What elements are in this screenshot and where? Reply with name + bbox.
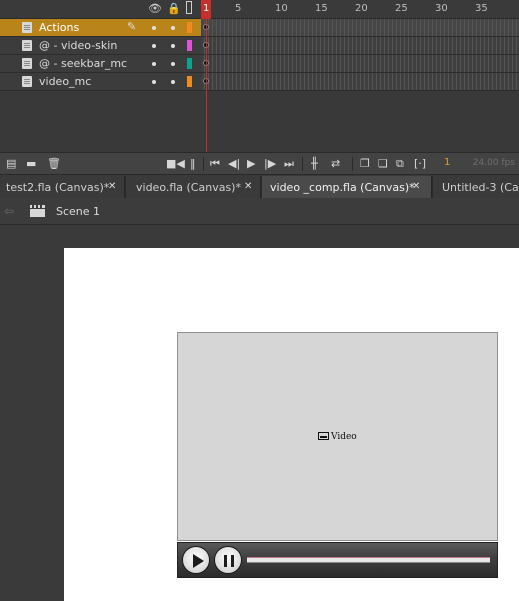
- frame-track[interactable]: [201, 37, 519, 54]
- ruler-label: 25: [395, 3, 408, 14]
- new-folder-icon[interactable]: ▬: [26, 157, 36, 171]
- frame-track[interactable]: [201, 73, 519, 90]
- frame-track[interactable]: [201, 19, 519, 36]
- divider: [302, 157, 303, 171]
- timeline-empty-area: [0, 92, 519, 152]
- seekbar[interactable]: [247, 557, 490, 563]
- layer-name: Actions: [39, 21, 80, 34]
- layer-row-video-mc[interactable]: video_mc: [0, 73, 519, 91]
- first-frame-icon[interactable]: ⏮: [210, 157, 220, 171]
- video-controls: [177, 542, 498, 578]
- tab-label: video _comp.fla (Canvas)*: [270, 181, 415, 194]
- lock-dot[interactable]: [171, 62, 175, 66]
- layer-name: video_mc: [39, 75, 92, 88]
- eye-icon[interactable]: 👁: [148, 2, 162, 15]
- video-component[interactable]: Video: [177, 332, 498, 541]
- ruler-label: 15: [315, 3, 328, 14]
- ruler-label: 30: [435, 3, 448, 14]
- scene-label[interactable]: Scene 1: [56, 205, 100, 218]
- lock-dot[interactable]: [171, 80, 175, 84]
- lock-dot[interactable]: [171, 26, 175, 30]
- loop-icon[interactable]: ⇄: [331, 157, 340, 171]
- timeline-panel: 👁 🔒 1 5 10 15 20 25 30 35 Actions ✎ @ - …: [0, 0, 519, 152]
- layer-row-video-skin[interactable]: @ - video-skin: [0, 37, 519, 55]
- ruler-label: 10: [275, 3, 288, 14]
- center-frame-icon[interactable]: ╫: [311, 157, 318, 171]
- lock-dot[interactable]: [171, 44, 175, 48]
- step-forward-icon[interactable]: |▶: [264, 157, 276, 171]
- layer-depth-icon[interactable]: ‖: [190, 157, 196, 171]
- pencil-icon: ✎: [127, 20, 137, 33]
- tab-video[interactable]: video.fla (Canvas)* ✕: [126, 176, 261, 198]
- timeline-header: 👁 🔒 1 5 10 15 20 25 30 35: [0, 0, 519, 19]
- step-back-icon[interactable]: ◀|: [228, 157, 240, 171]
- pause-button[interactable]: [214, 546, 242, 574]
- layer-color-swatch[interactable]: [187, 58, 192, 69]
- pause-icon: [224, 555, 234, 567]
- tab-untitled-3[interactable]: Untitled-3 (Can: [433, 176, 519, 198]
- video-placeholder-label: Video: [318, 431, 357, 442]
- tab-label: video.fla (Canvas)*: [136, 181, 241, 194]
- ruler-label: 20: [355, 3, 368, 14]
- back-arrow-icon[interactable]: ⇦: [4, 204, 14, 218]
- layer-icon: [22, 76, 32, 87]
- layer-icon: [22, 40, 32, 51]
- playhead[interactable]: 1: [201, 0, 211, 19]
- outline-icon[interactable]: [186, 1, 192, 14]
- visibility-dot[interactable]: [152, 44, 156, 48]
- divider: [352, 157, 353, 171]
- visibility-dot[interactable]: [152, 80, 156, 84]
- layer-color-swatch[interactable]: [187, 22, 192, 33]
- edit-multiple-frames-icon[interactable]: ⧉: [396, 157, 404, 171]
- video-label-text: Video: [331, 432, 357, 442]
- frame-track[interactable]: [201, 55, 519, 72]
- timeline-toolbar: ▤ ▬ 🗑 ■◀ ‖ ⏮ ◀| ▶ |▶ ⏭ ╫ ⇄ ❐ ❏ ⧉ [·] 1 2…: [0, 152, 519, 175]
- current-frame-field[interactable]: 1: [444, 157, 450, 168]
- new-layer-icon[interactable]: ▤: [6, 157, 16, 171]
- visibility-dot[interactable]: [152, 62, 156, 66]
- tab-test2[interactable]: test2.fla (Canvas)* ✕: [0, 176, 125, 198]
- visibility-dot[interactable]: [152, 26, 156, 30]
- tab-video-comp[interactable]: video _comp.fla (Canvas)* ✕: [262, 176, 432, 198]
- layer-row-seekbar-mc[interactable]: @ - seekbar_mc: [0, 55, 519, 73]
- scene-bar: ⇦ Scene 1: [0, 198, 519, 225]
- layer-color-swatch[interactable]: [187, 76, 192, 87]
- playhead-frame-number: 1: [203, 3, 210, 14]
- onion-skin-outlines-icon[interactable]: ❏: [378, 157, 388, 171]
- ruler-label: 35: [475, 3, 488, 14]
- clapperboard-icon[interactable]: [30, 205, 45, 217]
- layer-icon: [22, 22, 32, 33]
- delete-layer-icon[interactable]: 🗑: [47, 157, 61, 171]
- modify-markers-icon[interactable]: [·]: [414, 157, 426, 171]
- onion-skin-icon[interactable]: ❐: [360, 157, 370, 171]
- divider: [203, 157, 204, 171]
- layer-name: @ - seekbar_mc: [39, 57, 128, 70]
- layer-color-swatch[interactable]: [187, 40, 192, 51]
- document-tabs: test2.fla (Canvas)* ✕ video.fla (Canvas)…: [0, 176, 519, 198]
- video-icon: [318, 432, 329, 440]
- ruler-label: 5: [235, 3, 242, 14]
- play-icon[interactable]: ▶: [247, 157, 255, 171]
- layer-icon: [22, 58, 32, 69]
- close-icon[interactable]: ✕: [412, 181, 420, 192]
- layer-row-actions[interactable]: Actions ✎: [0, 19, 519, 37]
- fps-field[interactable]: 24.00 fps: [473, 158, 515, 168]
- play-button[interactable]: [182, 546, 210, 574]
- last-frame-icon[interactable]: ⏭: [284, 157, 294, 171]
- lock-icon[interactable]: 🔒: [167, 2, 181, 15]
- layer-name: @ - video-skin: [39, 39, 118, 52]
- playhead-line: [206, 19, 207, 152]
- close-icon[interactable]: ✕: [244, 181, 252, 192]
- play-icon: [193, 554, 204, 568]
- camera-icon[interactable]: ■◀: [166, 157, 185, 171]
- tab-label: test2.fla (Canvas)*: [6, 181, 110, 194]
- tab-label: Untitled-3 (Can: [442, 181, 519, 194]
- close-icon[interactable]: ✕: [108, 181, 116, 192]
